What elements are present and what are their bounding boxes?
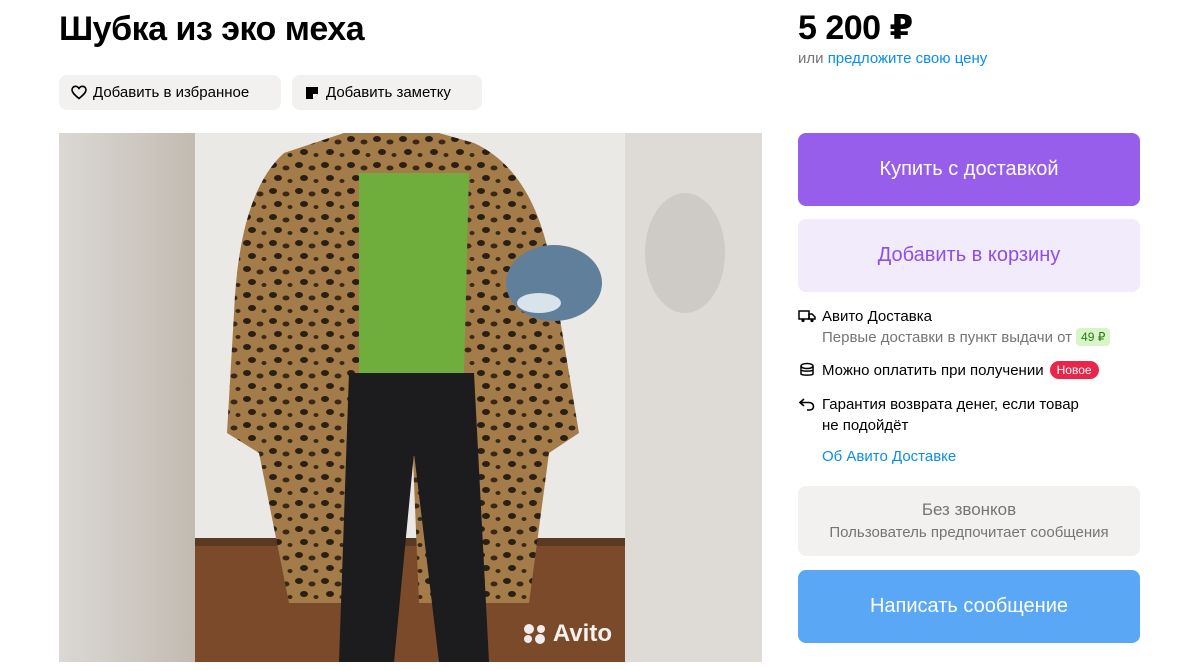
- pay-on-receipt-info: Можно оплатить при получении Новое: [798, 360, 1099, 381]
- coins-icon: [798, 362, 816, 378]
- new-badge: Новое: [1049, 361, 1099, 379]
- delivery-subtitle: Первые доставки в пункт выдачи от: [822, 329, 1073, 346]
- avito-watermark-text: Avito: [552, 620, 612, 647]
- add-note-label: Добавить заметку: [326, 84, 451, 101]
- guarantee-line-2: не подойдёт: [822, 417, 909, 434]
- no-calls-title: Без звонков: [921, 500, 1017, 519]
- money-back-guarantee-info: Гарантия возврата денег, если товар не п…: [798, 394, 1079, 436]
- buy-with-delivery-button[interactable]: Купить с доставкой: [798, 133, 1140, 206]
- no-calls-notice: Без звонков Пользователь предпочитает со…: [798, 486, 1140, 556]
- avito-watermark: Avito: [521, 620, 612, 648]
- write-message-button[interactable]: Написать сообщение: [798, 570, 1140, 643]
- avito-logo-icon: [521, 623, 549, 645]
- heart-icon: [71, 85, 87, 101]
- note-icon: [304, 85, 320, 101]
- product-photo-illustration: [59, 133, 762, 662]
- price-or-label: или: [798, 50, 824, 67]
- no-calls-subtitle: Пользователь предпочитает сообщения: [829, 524, 1109, 541]
- add-to-favorites-button[interactable]: Добавить в избранное: [59, 75, 281, 110]
- delivery-title: Авито Доставка: [822, 308, 932, 325]
- page-title: Шубка из эко меха: [59, 10, 365, 48]
- add-to-cart-button[interactable]: Добавить в корзину: [798, 219, 1140, 292]
- add-note-button[interactable]: Добавить заметку: [292, 75, 482, 110]
- product-photo[interactable]: Avito: [59, 133, 762, 662]
- delivery-price-badge: 49 ₽: [1076, 328, 1111, 346]
- delivery-info: Авито Доставка Первые доставки в пункт в…: [798, 306, 1111, 348]
- return-arrow-icon: [798, 396, 816, 412]
- about-avito-delivery-link[interactable]: Об Авито Доставке: [822, 448, 956, 465]
- delivery-subtitle-line: Первые доставки в пункт выдачи от 49 ₽: [822, 327, 1111, 348]
- offer-price-link[interactable]: предложите свою цену: [828, 50, 988, 67]
- price-offer-line: или предложите свою цену: [798, 50, 987, 67]
- guarantee-line-1: Гарантия возврата денег, если товар: [822, 396, 1079, 413]
- price: 5 200 ₽: [798, 9, 913, 47]
- truck-icon: [798, 308, 816, 324]
- add-to-favorites-label: Добавить в избранное: [93, 84, 250, 101]
- pay-on-receipt-text: Можно оплатить при получении: [822, 362, 1044, 379]
